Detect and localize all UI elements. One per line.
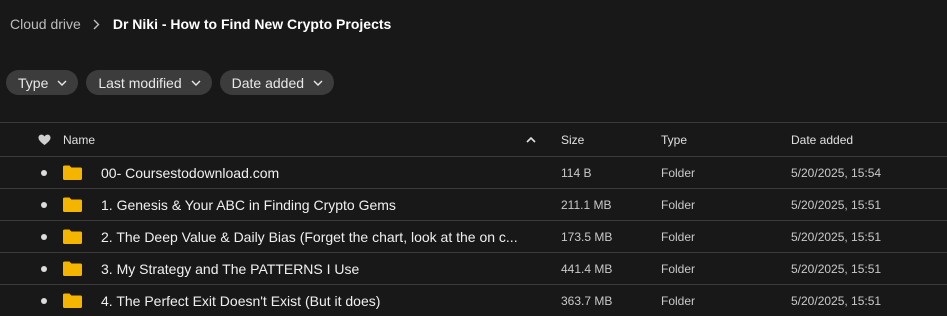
filter-bar: Type Last modified Date added [6, 70, 335, 95]
row-name: 1. Genesis & Your ABC in Finding Crypto … [101, 196, 396, 213]
chevron-down-icon [313, 80, 323, 86]
bullet-icon [41, 253, 47, 284]
row-date-added: 5/20/2025, 15:54 [791, 165, 882, 180]
row-type: Folder [661, 165, 696, 180]
table-row[interactable]: 1. Genesis & Your ABC in Finding Crypto … [0, 188, 947, 220]
row-size: 211.1 MB [561, 197, 612, 212]
table-row[interactable]: 4. The Perfect Exit Doesn't Exist (But i… [0, 284, 947, 316]
column-header-name[interactable]: Name [63, 123, 95, 156]
filter-date-added-button[interactable]: Date added [219, 70, 335, 95]
row-name: 4. The Perfect Exit Doesn't Exist (But i… [101, 292, 381, 309]
chevron-down-icon [191, 80, 201, 86]
row-size: 114 B [561, 165, 592, 180]
table-row[interactable]: 2. The Deep Value & Daily Bias (Forget t… [0, 220, 947, 252]
breadcrumb: Cloud drive Dr Niki - How to Find New Cr… [10, 14, 391, 34]
table-row[interactable]: 00- Coursestodownload.com 114 B Folder 5… [0, 156, 947, 188]
column-header-type[interactable]: Type [661, 123, 687, 156]
filter-type-button[interactable]: Type [6, 70, 79, 95]
sort-ascending-icon[interactable] [526, 123, 536, 156]
bullet-icon [41, 285, 47, 316]
column-header-date-added[interactable]: Date added [791, 123, 853, 156]
chevron-right-icon [93, 19, 100, 30]
table-header: Name Size Type Date added [0, 122, 947, 156]
row-type: Folder [661, 197, 696, 212]
row-name: 3. My Strategy and The PATTERNS I Use [101, 260, 360, 277]
bullet-icon [41, 221, 47, 252]
row-date-added: 5/20/2025, 15:51 [791, 293, 882, 308]
filter-type-label: Type [18, 74, 49, 91]
file-table: Name Size Type Date added 00- Coursestod… [0, 122, 947, 316]
bullet-icon [41, 189, 47, 220]
filter-date-added-label: Date added [231, 74, 305, 91]
filter-last-modified-label: Last modified [98, 74, 182, 91]
row-date-added: 5/20/2025, 15:51 [791, 229, 882, 244]
breadcrumb-current: Dr Niki - How to Find New Crypto Project… [112, 16, 392, 32]
folder-icon [63, 157, 82, 188]
table-row[interactable]: 3. My Strategy and The PATTERNS I Use 44… [0, 252, 947, 284]
row-name: 00- Coursestodownload.com [101, 164, 280, 181]
folder-icon [63, 221, 82, 252]
row-date-added: 5/20/2025, 15:51 [791, 197, 882, 212]
row-type: Folder [661, 229, 696, 244]
row-type: Folder [661, 261, 696, 276]
bullet-icon [41, 157, 47, 188]
folder-icon [63, 253, 82, 284]
row-date-added: 5/20/2025, 15:51 [791, 261, 882, 276]
row-size: 363.7 MB [561, 293, 613, 308]
row-size: 441.4 MB [561, 261, 613, 276]
folder-icon [63, 285, 82, 316]
chevron-down-icon [57, 80, 67, 86]
folder-icon [63, 189, 82, 220]
row-size: 173.5 MB [561, 229, 613, 244]
row-type: Folder [661, 293, 696, 308]
column-header-size[interactable]: Size [561, 123, 584, 156]
filter-last-modified-button[interactable]: Last modified [86, 70, 212, 95]
row-name: 2. The Deep Value & Daily Bias (Forget t… [101, 228, 518, 245]
heart-icon[interactable] [38, 123, 51, 156]
breadcrumb-root-link[interactable]: Cloud drive [10, 16, 81, 32]
